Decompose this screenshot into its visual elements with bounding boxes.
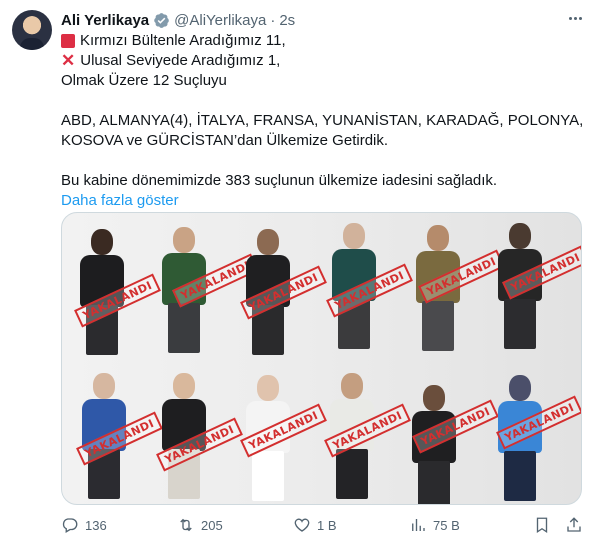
author-name[interactable]: Ali Yerlikaya	[61, 12, 149, 29]
avatar[interactable]	[12, 10, 52, 50]
tweet-line-text: Kırmızı Bültenle Aradığımız 11,	[80, 32, 286, 49]
tweet-actions: 136 205 1 B 75 B	[61, 516, 591, 536]
tweet-line: Olmak Üzere 12 Suçluyu	[61, 71, 591, 91]
person-photo: YAKALANDI	[154, 227, 259, 357]
tweet-line: Daha fazla göster	[61, 191, 591, 211]
heart-icon	[294, 518, 310, 532]
like-button[interactable]: 1 B	[293, 516, 337, 534]
reply-icon	[62, 518, 78, 533]
person-photo: YAKALANDI	[490, 223, 581, 353]
separator-dot: ·	[270, 11, 276, 29]
tweet-line-text: KOSOVA ve GÜRCİSTAN’dan Ülkemize Getirdi…	[61, 132, 389, 149]
tweet-line: ABD, ALMANYA(4), İTALYA, FRANSA, YUNANİS…	[61, 111, 591, 131]
red-square-icon	[61, 34, 75, 48]
tweet-line-text: Olmak Üzere 12 Suçluyu	[61, 72, 227, 89]
repost-count: 205	[201, 517, 223, 533]
tweet-line-text: Ulusal Seviyede Aradığımız 1,	[80, 52, 281, 69]
bookmark-icon	[536, 517, 548, 534]
show-more-link[interactable]: Daha fazla göster	[61, 191, 179, 211]
person-photo: YAKALANDI	[408, 225, 505, 355]
views-button[interactable]: 75 B	[409, 516, 460, 534]
person-photo: YAKALANDI	[324, 223, 413, 353]
reply-button[interactable]: 136	[61, 516, 107, 534]
share-icon	[567, 517, 581, 532]
reply-count: 136	[85, 517, 107, 533]
tweet-line-text: Bu kabine dönemimizde 383 suçlunun ülkem…	[61, 172, 498, 189]
bookmark-button[interactable]	[533, 516, 551, 534]
tweet-line: Bu kabine dönemimizde 383 suçlunun ülkem…	[61, 171, 591, 191]
person-photo: YAKALANDI	[154, 373, 243, 503]
repost-button[interactable]: 205	[177, 516, 223, 534]
author-handle[interactable]: @AliYerlikaya	[174, 12, 266, 29]
tweet[interactable]: Ali Yerlikaya @AliYerlikaya · 2s Kırmızı…	[0, 0, 609, 545]
share-button[interactable]	[565, 516, 583, 534]
like-count: 1 B	[317, 517, 337, 533]
repost-icon	[180, 518, 192, 532]
more-icon[interactable]	[565, 8, 585, 28]
person-photo: YAKALANDI	[74, 373, 163, 503]
person-photo: YAKALANDI	[404, 385, 499, 504]
timestamp[interactable]: 2s	[279, 12, 295, 29]
views-icon	[412, 519, 425, 531]
tweet-line: Kırmızı Bültenle Aradığımız 11,	[61, 31, 591, 51]
person-photo: YAKALANDI	[238, 375, 327, 504]
person-photo: YAKALANDI	[238, 229, 327, 359]
views-count: 75 B	[433, 517, 460, 533]
tweet-media-image[interactable]: YAKALANDI YAKALANDI YAKALANDI YAKALANDI …	[61, 212, 582, 505]
tweet-text: Kırmızı Bültenle Aradığımız 11, ✕ Ulusal…	[61, 31, 591, 211]
person-photo: YAKALANDI	[322, 373, 411, 503]
person-photo: YAKALANDI	[72, 229, 161, 359]
tweet-line: KOSOVA ve GÜRCİSTAN’dan Ülkemize Getirdi…	[61, 131, 591, 151]
verified-badge-icon	[153, 12, 170, 29]
tweet-line: ✕ Ulusal Seviyede Aradığımız 1,	[61, 51, 591, 71]
tweet-line-text: ABD, ALMANYA(4), İTALYA, FRANSA, YUNANİS…	[61, 112, 584, 129]
person-photo: YAKALANDI	[490, 375, 581, 504]
cross-mark-icon: ✕	[61, 51, 76, 70]
tweet-header: Ali Yerlikaya @AliYerlikaya · 2s	[61, 10, 295, 30]
